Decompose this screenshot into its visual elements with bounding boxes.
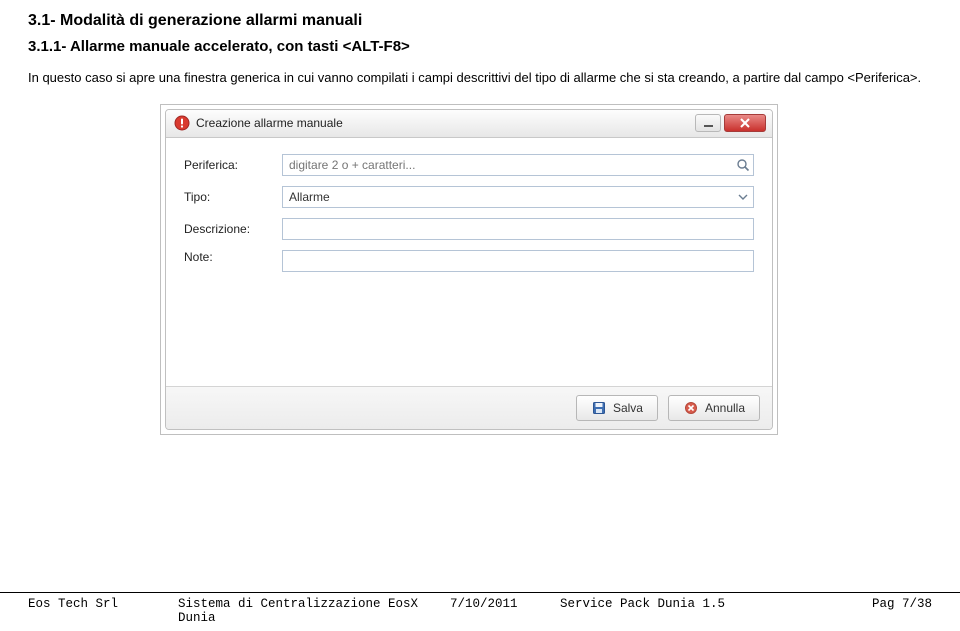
intro-paragraph: In questo caso si apre una finestra gene… xyxy=(28,69,932,88)
save-button-label: Salva xyxy=(613,401,643,415)
footer-page: Pag 7/38 xyxy=(832,597,932,625)
minimize-icon xyxy=(704,125,713,127)
body-spacer xyxy=(184,282,754,378)
search-icon[interactable] xyxy=(735,157,751,173)
cancel-button-label: Annulla xyxy=(705,401,745,415)
subsection-heading: 3.1.1- Allarme manuale accelerato, con t… xyxy=(28,38,932,55)
footer-pack: Service Pack Dunia 1.5 xyxy=(560,597,832,625)
chevron-down-icon[interactable] xyxy=(735,189,751,205)
tipo-select[interactable] xyxy=(282,186,754,208)
tipo-label: Tipo: xyxy=(184,190,282,204)
cancel-icon xyxy=(683,400,699,416)
note-input[interactable] xyxy=(282,250,754,272)
descrizione-label: Descrizione: xyxy=(184,222,282,236)
dialog-screenshot-frame: Creazione allarme manuale Periferica: xyxy=(160,104,778,435)
descrizione-input[interactable] xyxy=(282,218,754,240)
dialog-window: Creazione allarme manuale Periferica: xyxy=(165,109,773,430)
cancel-button[interactable]: Annulla xyxy=(668,395,760,421)
dialog-button-bar: Salva Annulla xyxy=(166,386,772,429)
dialog-body: Periferica: Tipo: xyxy=(166,138,772,386)
alert-icon xyxy=(174,115,190,131)
dialog-titlebar: Creazione allarme manuale xyxy=(166,110,772,138)
periferica-label: Periferica: xyxy=(184,158,282,172)
note-label: Note: xyxy=(184,250,282,264)
minimize-button[interactable] xyxy=(695,114,721,132)
close-button[interactable] xyxy=(724,114,766,132)
footer-company: Eos Tech Srl xyxy=(28,597,178,625)
close-icon xyxy=(738,117,752,129)
periferica-input[interactable] xyxy=(282,154,754,176)
page-footer: Eos Tech Srl Sistema di Centralizzazione… xyxy=(0,592,960,625)
section-heading: 3.1- Modalità di generazione allarmi man… xyxy=(28,12,932,30)
save-icon xyxy=(591,400,607,416)
footer-date: 7/10/2011 xyxy=(450,597,560,625)
save-button[interactable]: Salva xyxy=(576,395,658,421)
footer-system: Sistema di Centralizzazione EosX Dunia xyxy=(178,597,450,625)
dialog-title: Creazione allarme manuale xyxy=(196,116,692,130)
